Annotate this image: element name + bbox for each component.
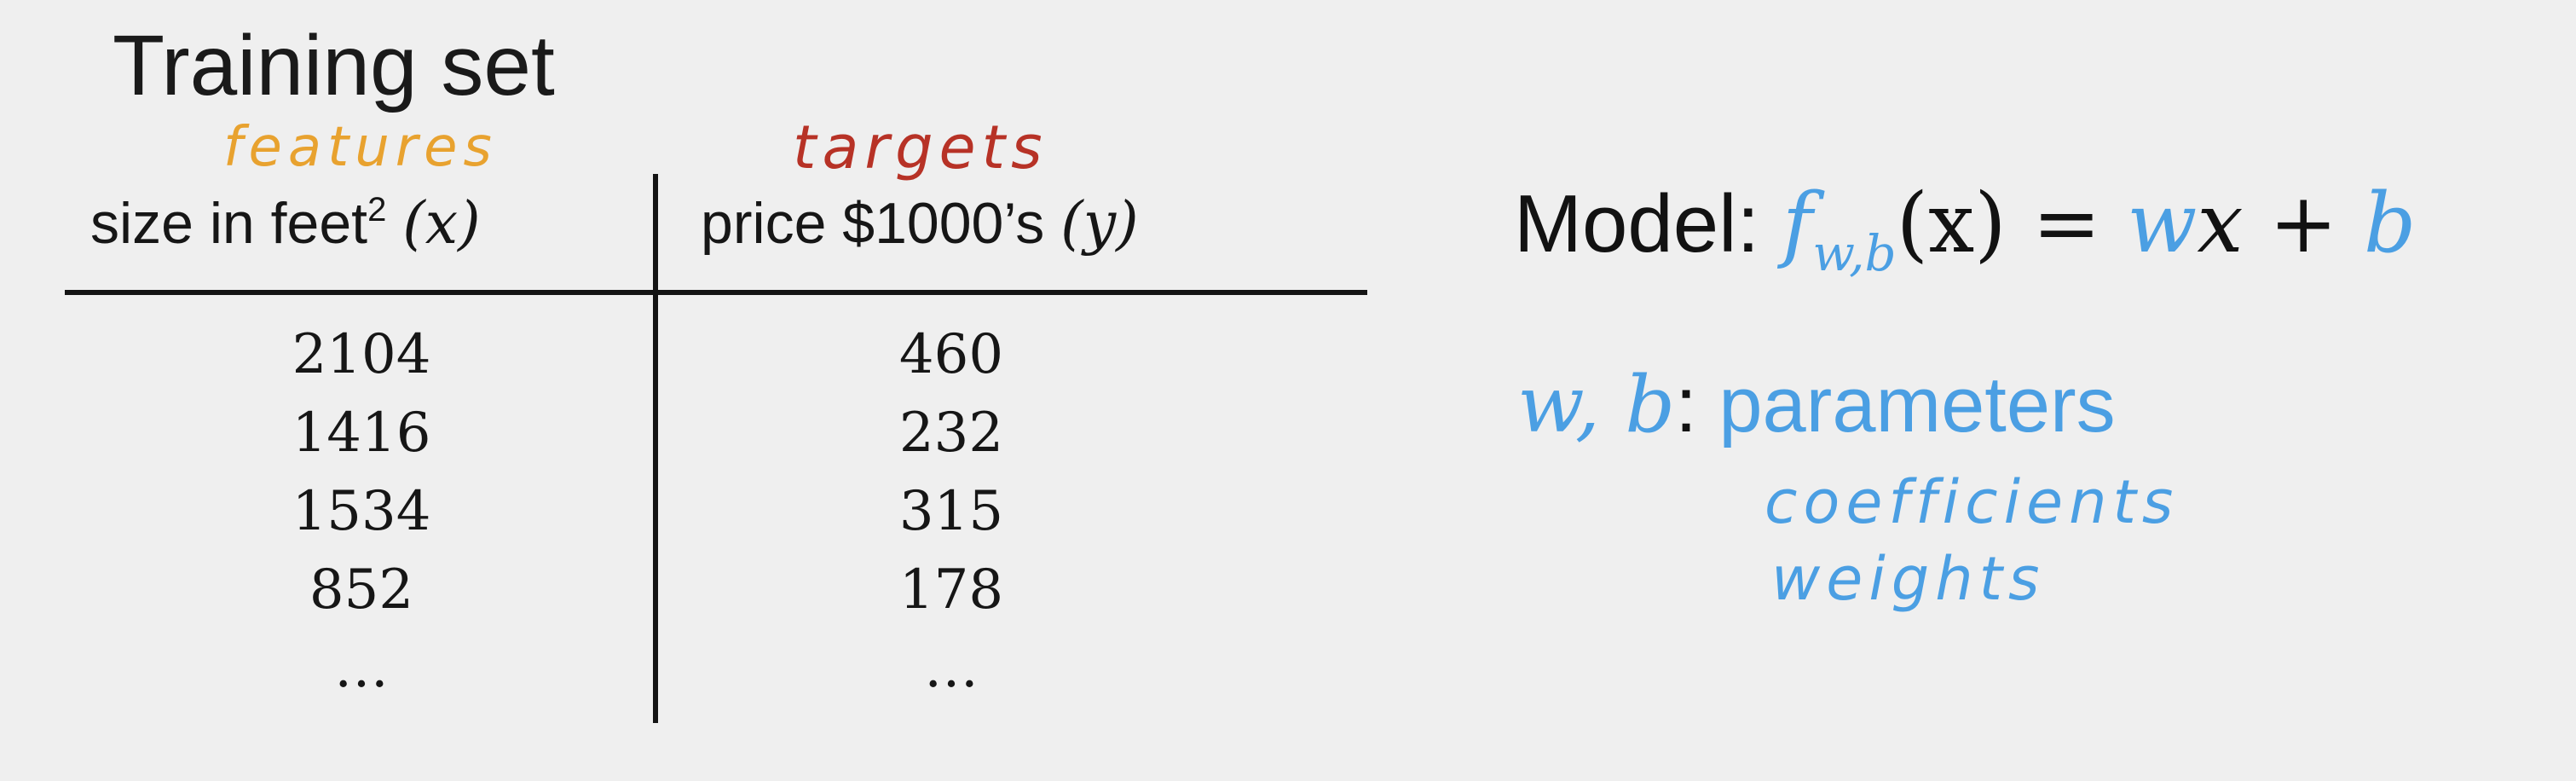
table-header-divider — [65, 290, 1367, 295]
equals-sign: = — [2006, 176, 2128, 271]
x-cell: 1534 — [292, 480, 431, 543]
f-symbol: f — [1782, 176, 1813, 271]
x-cell: 852 — [309, 558, 414, 622]
x-cell: 2104 — [292, 323, 431, 386]
y-column-header: price $1000’s (y) — [701, 189, 1139, 259]
params-colon: : — [1675, 362, 1697, 448]
parameters-line: w, b: parameters — [1517, 358, 2116, 452]
x-symbol: x — [2197, 176, 2244, 271]
x-ellipsis: … — [334, 637, 389, 700]
x-column-header: size in feet2 (x) — [90, 189, 481, 259]
params-label: parameters — [1718, 362, 2116, 448]
params-vars: w, b — [1517, 359, 1676, 450]
x-cell: 1416 — [292, 402, 431, 465]
y-header-text: price $1000’s — [701, 191, 1045, 256]
f-subscript: w,b — [1812, 224, 1897, 282]
y-variable: (y) — [1060, 190, 1139, 257]
x-header-text: size in feet — [90, 191, 368, 256]
targets-annotation: targets — [793, 113, 1048, 182]
y-cell: 315 — [898, 480, 1004, 543]
x-variable: (x) — [402, 190, 481, 257]
table-column-divider — [653, 174, 658, 723]
y-values-column: 460 232 315 178 … — [823, 315, 1079, 708]
coefficients-annotation: coefficients — [1765, 467, 2180, 537]
model-label: Model: — [1514, 178, 1760, 269]
y-ellipsis: … — [924, 637, 979, 700]
features-annotation: features — [223, 116, 498, 179]
slide-title: Training set — [113, 18, 555, 113]
weights-annotation: weights — [1771, 544, 2046, 614]
y-cell: 232 — [898, 402, 1004, 465]
x-values-column: 2104 1416 1534 852 … — [234, 315, 489, 708]
plus-sign: + — [2243, 176, 2364, 271]
y-cell: 178 — [898, 558, 1004, 622]
w-symbol: w — [2127, 176, 2198, 271]
model-equation: Model: fw,b(x) = wx + b — [1514, 175, 2417, 278]
squared-superscript: 2 — [367, 191, 387, 229]
b-symbol: b — [2363, 176, 2417, 271]
f-argument: (x) — [1896, 176, 2007, 271]
y-cell: 460 — [898, 323, 1004, 386]
